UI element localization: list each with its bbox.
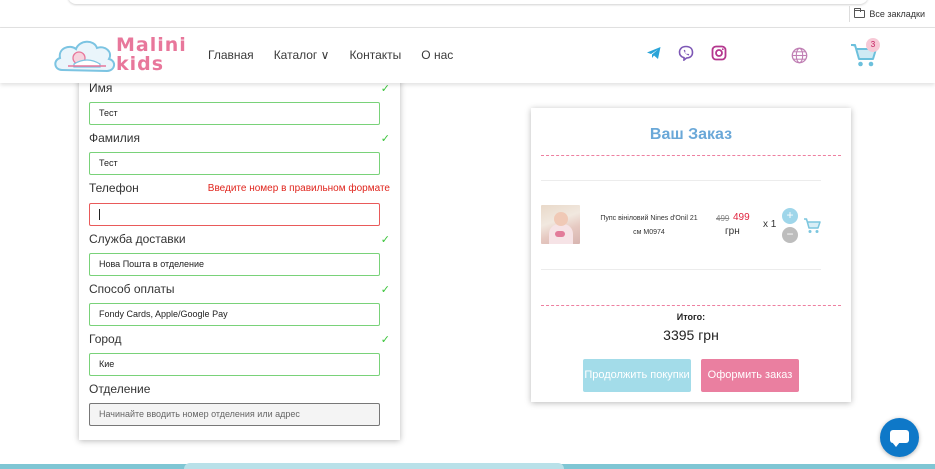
main-nav: Главная Каталог ∨ Контакты О нас	[208, 48, 453, 62]
checkout-form: Имя ✓ Тест Фамилия ✓ Тест Телефон Введит…	[79, 72, 400, 440]
instagram-icon[interactable]	[711, 45, 727, 61]
logo-line-2: kids	[116, 53, 165, 75]
price-new: 499	[733, 212, 750, 223]
delivery-valid-check: ✓	[380, 234, 390, 246]
chat-button[interactable]	[880, 418, 919, 457]
all-bookmarks-label: Все закладки	[869, 9, 925, 19]
nav-contacts[interactable]: Контакты	[349, 48, 401, 62]
all-bookmarks-button[interactable]: Все закладки	[854, 8, 925, 19]
telegram-icon[interactable]	[646, 45, 662, 61]
footer-band-highlight	[184, 463, 564, 469]
phone-error-message: Введите номер в правильном формате	[207, 183, 390, 194]
quantity-plus-button[interactable]: +	[782, 208, 798, 224]
city-label: Город	[89, 332, 122, 346]
nav-about[interactable]: О нас	[421, 48, 453, 62]
item-divider-bottom	[541, 269, 821, 270]
product-image[interactable]	[541, 205, 580, 244]
payment-select[interactable]: Fondy Cards, Apple/Google Pay	[89, 303, 380, 326]
site-header: Malini kids Главная Каталог ∨ Контакты О…	[0, 28, 935, 83]
quantity-minus-button[interactable]: −	[782, 227, 798, 243]
folder-icon	[854, 8, 866, 18]
product-name[interactable]: Пупс вініловий Nines d'Onil 21 см M0974	[599, 212, 699, 240]
payment-label: Способ оплаты	[89, 282, 175, 296]
order-divider-top	[541, 155, 841, 156]
last-name-valid-check: ✓	[380, 133, 390, 145]
page: Все закладки Malini kids Главная Каталог…	[0, 0, 935, 469]
last-name-field[interactable]: Тест	[89, 152, 380, 175]
viber-icon[interactable]	[678, 45, 694, 61]
bookmarks-bar: Все закладки	[0, 0, 935, 28]
delivery-label: Служба доставки	[89, 232, 186, 246]
city-valid-check: ✓	[380, 334, 390, 346]
nav-home[interactable]: Главная	[208, 48, 254, 62]
address-bar[interactable]	[68, 0, 868, 4]
total-value: 3395 грн	[663, 327, 719, 343]
last-name-label: Фамилия	[89, 131, 140, 145]
price-currency: грн	[725, 226, 740, 237]
continue-shopping-button[interactable]: Продолжить покупки	[583, 359, 691, 392]
payment-valid-check: ✓	[380, 284, 390, 296]
logo[interactable]: Malini kids	[52, 34, 187, 78]
branch-field[interactable]: Начинайте вводить номер отделения или ад…	[89, 403, 380, 426]
branch-label: Отделение	[89, 382, 151, 396]
phone-label: Телефон	[89, 181, 139, 195]
price-old: 499	[716, 214, 730, 223]
bookmarks-divider	[849, 6, 850, 22]
order-summary: Ваш Заказ Пупс вініловий Nines d'Onil 21…	[531, 108, 851, 402]
logo-text: Malini kids	[116, 36, 187, 74]
phone-field[interactable]	[89, 203, 380, 226]
item-quantity: x 1	[763, 219, 777, 230]
globe-icon[interactable]	[791, 47, 808, 64]
text-caret	[99, 209, 100, 220]
first-name-field[interactable]: Тест	[89, 102, 380, 125]
cart-count-badge: 3	[866, 38, 880, 52]
nav-catalog[interactable]: Каталог ∨	[274, 48, 330, 62]
total-label: Итого:	[676, 312, 706, 322]
first-name-label: Имя	[89, 81, 113, 95]
order-title: Ваш Заказ	[649, 126, 733, 143]
logo-cloud-icon	[54, 40, 115, 73]
order-divider-bottom	[541, 305, 841, 306]
city-field[interactable]: Кие	[89, 353, 380, 376]
checkout-button[interactable]: Оформить заказ	[701, 359, 799, 392]
delivery-select[interactable]: Нова Пошта в отделение	[89, 253, 380, 276]
item-divider-top	[541, 180, 821, 181]
cart-remove-icon[interactable]	[803, 217, 821, 234]
first-name-valid-check: ✓	[380, 83, 390, 95]
